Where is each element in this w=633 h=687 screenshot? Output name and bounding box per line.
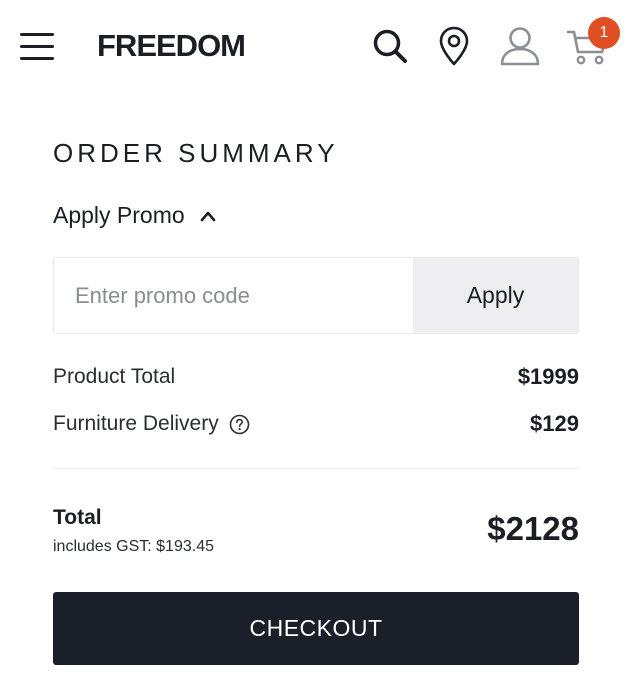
menu-icon[interactable] bbox=[20, 32, 54, 60]
chevron-up-icon bbox=[200, 211, 215, 221]
gst-note: includes GST: $193.45 bbox=[53, 538, 214, 555]
delivery-label-group: Furniture Delivery bbox=[53, 412, 250, 436]
divider bbox=[53, 468, 579, 469]
product-total-row: Product Total $1999 bbox=[53, 364, 579, 390]
promo-form: Apply bbox=[53, 257, 579, 334]
apply-promo-button[interactable]: Apply bbox=[413, 258, 578, 333]
checkout-button[interactable]: CHECKOUT bbox=[53, 592, 579, 665]
product-total-label: Product Total bbox=[53, 365, 176, 388]
apply-promo-label: Apply Promo bbox=[53, 202, 185, 228]
brand-logo[interactable]: FREEDOM bbox=[97, 28, 246, 64]
delivery-value: $129 bbox=[530, 411, 579, 436]
promo-code-input[interactable] bbox=[54, 258, 413, 333]
total-label: Total bbox=[53, 506, 102, 529]
delivery-label: Furniture Delivery bbox=[53, 412, 219, 435]
cart-count-badge[interactable]: 1 bbox=[588, 17, 620, 49]
delivery-row: Furniture Delivery $129 bbox=[53, 411, 579, 437]
site-header: FREEDOM 1 bbox=[0, 0, 633, 92]
page-title: ORDER SUMMARY bbox=[53, 138, 339, 168]
user-icon[interactable] bbox=[500, 26, 540, 66]
search-icon[interactable] bbox=[372, 28, 408, 64]
help-icon[interactable] bbox=[229, 414, 250, 435]
product-total-value: $1999 bbox=[517, 364, 579, 389]
total-value: $2128 bbox=[487, 510, 579, 547]
location-icon[interactable] bbox=[438, 26, 470, 66]
apply-promo-toggle[interactable]: Apply Promo bbox=[53, 202, 217, 229]
